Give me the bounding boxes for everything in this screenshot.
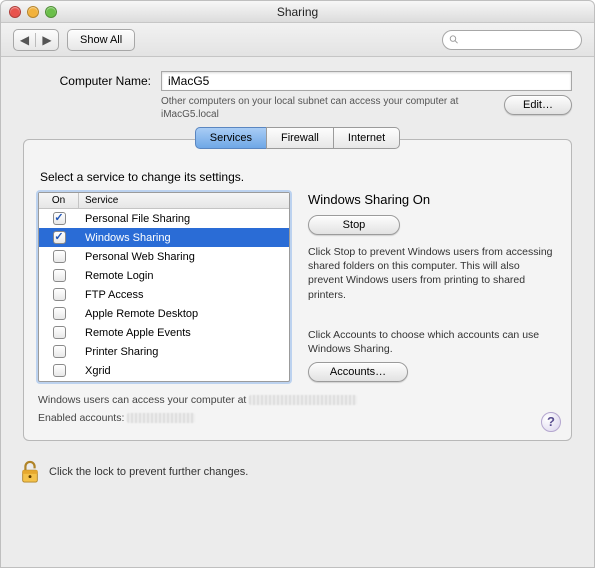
service-name: Personal File Sharing [79, 213, 289, 225]
show-all-button[interactable]: Show All [67, 29, 135, 51]
service-name: Personal Web Sharing [79, 251, 289, 263]
lock-icon[interactable] [19, 459, 41, 485]
table-row[interactable]: Remote Login [39, 266, 289, 285]
table-row[interactable]: Apple Remote Desktop [39, 304, 289, 323]
lock-text: Click the lock to prevent further change… [49, 466, 248, 478]
content-area: Computer Name: Other computers on your l… [1, 57, 594, 449]
titlebar: Sharing [1, 1, 594, 23]
search-input[interactable] [463, 33, 575, 47]
col-header-on[interactable]: On [39, 193, 79, 208]
redacted-address [249, 395, 357, 405]
service-checkbox[interactable] [53, 345, 66, 358]
table-header: On Service [39, 193, 289, 209]
service-name: Remote Login [79, 270, 289, 282]
footer-info: Windows users can access your computer a… [38, 392, 557, 428]
instruction-text: Select a service to change its settings. [40, 170, 557, 184]
service-name: Apple Remote Desktop [79, 308, 289, 320]
service-name: Printer Sharing [79, 346, 289, 358]
col-header-service[interactable]: Service [79, 193, 289, 208]
services-groupbox: Services Firewall Internet Select a serv… [23, 139, 572, 441]
computer-name-input[interactable] [161, 71, 572, 91]
sharing-window: Sharing ◀ ▶ Show All Computer Name: Othe… [0, 0, 595, 568]
service-checkbox[interactable] [53, 326, 66, 339]
search-icon [449, 34, 459, 45]
table-row[interactable]: Xgrid [39, 361, 289, 380]
computer-name-label: Computer Name: [23, 74, 151, 88]
access-line: Windows users can access your computer a… [38, 394, 249, 406]
table-row[interactable]: Printer Sharing [39, 342, 289, 361]
service-checkbox[interactable] [53, 364, 66, 377]
back-icon[interactable]: ◀ [14, 33, 36, 47]
stop-hint: Click Stop to prevent Windows users from… [308, 245, 557, 302]
service-checkbox[interactable] [53, 250, 66, 263]
detail-pane: Windows Sharing On Stop Click Stop to pr… [308, 192, 557, 382]
tab-bar: Services Firewall Internet [24, 127, 571, 149]
service-table[interactable]: On Service Personal File Sharing Windows … [38, 192, 290, 382]
tab-services[interactable]: Services [195, 127, 267, 149]
service-status: Windows Sharing On [308, 192, 557, 207]
service-name: Windows Sharing [79, 232, 289, 244]
help-button[interactable]: ? [541, 412, 561, 432]
computer-name-row: Computer Name: [23, 71, 572, 91]
lock-row: Click the lock to prevent further change… [1, 449, 594, 491]
table-row[interactable]: Personal Web Sharing [39, 247, 289, 266]
window-title: Sharing [1, 5, 594, 19]
service-name: FTP Access [79, 289, 289, 301]
accounts-hint: Click Accounts to choose which accounts … [308, 328, 557, 356]
service-checkbox[interactable] [53, 269, 66, 282]
stop-button[interactable]: Stop [308, 215, 400, 235]
service-checkbox[interactable] [53, 231, 66, 244]
subnet-note: Other computers on your local subnet can… [161, 95, 494, 121]
service-checkbox[interactable] [53, 307, 66, 320]
table-row[interactable]: Personal File Sharing [39, 209, 289, 228]
redacted-accounts [127, 413, 195, 423]
service-name: Xgrid [79, 365, 289, 377]
tab-firewall[interactable]: Firewall [266, 127, 334, 149]
service-name: Remote Apple Events [79, 327, 289, 339]
service-checkbox[interactable] [53, 288, 66, 301]
accounts-button[interactable]: Accounts… [308, 362, 408, 382]
table-row[interactable]: FTP Access [39, 285, 289, 304]
tab-internet[interactable]: Internet [333, 127, 400, 149]
table-row[interactable]: Remote Apple Events [39, 323, 289, 342]
forward-icon[interactable]: ▶ [36, 33, 58, 47]
toolbar: ◀ ▶ Show All [1, 23, 594, 57]
enabled-line: Enabled accounts: [38, 412, 124, 424]
service-checkbox[interactable] [53, 212, 66, 225]
subnet-note-row: Other computers on your local subnet can… [23, 95, 572, 121]
edit-button[interactable]: Edit… [504, 95, 572, 115]
nav-back-forward[interactable]: ◀ ▶ [13, 29, 59, 51]
search-field[interactable] [442, 30, 582, 50]
table-row[interactable]: Windows Sharing [39, 228, 289, 247]
